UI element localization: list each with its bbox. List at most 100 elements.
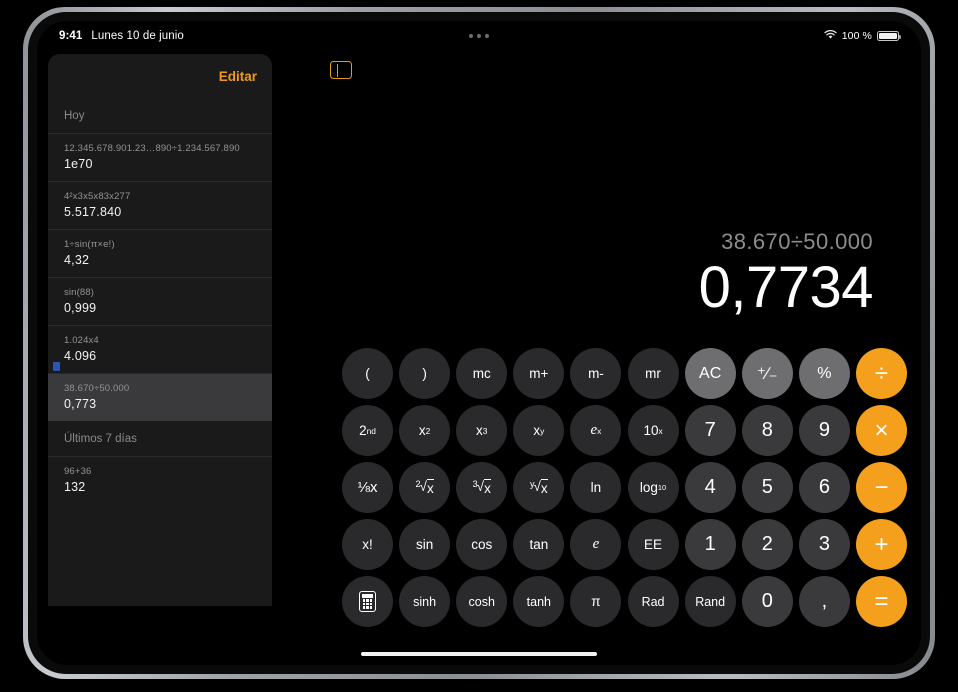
- key-0[interactable]: 0: [741, 576, 793, 627]
- key-decimal-comma[interactable]: ,: [798, 576, 850, 627]
- screen: 9:41 Lunes 10 de junio 100 % Editar Hoy …: [37, 21, 921, 665]
- key-random[interactable]: Rand: [684, 576, 736, 627]
- key-square-root[interactable]: 2 √ x: [399, 462, 451, 513]
- history-item[interactable]: 1.024x4 4.096: [48, 325, 272, 373]
- key-tanh[interactable]: tanh: [513, 576, 565, 627]
- calculator-display: 38.670÷50.000 0,7734: [699, 229, 874, 320]
- status-bar-right: 100 %: [824, 29, 901, 43]
- history-item-expression: 4²x3x5x83x277: [64, 191, 131, 202]
- key-equals[interactable]: =: [855, 576, 907, 627]
- history-item-result: 4.096: [64, 349, 97, 363]
- key-sin[interactable]: sin: [399, 519, 451, 570]
- ellipsis-dot: [469, 34, 473, 38]
- history-item-result: 1e70: [64, 157, 93, 171]
- key-multiply[interactable]: ×: [855, 405, 907, 456]
- history-item-expression: sin(88): [64, 287, 95, 298]
- key-second-function[interactable]: 2nd: [342, 405, 393, 456]
- key-plus-minus[interactable]: ⁺∕₋: [741, 348, 793, 399]
- key-sinh[interactable]: sinh: [399, 576, 451, 627]
- key-log-base-10[interactable]: log 10: [627, 462, 679, 513]
- edge-marker: [53, 362, 60, 371]
- history-item-result: 5.517.840: [64, 205, 122, 219]
- key-memory-subtract[interactable]: m-: [570, 348, 622, 399]
- calculator-keypad: () mc m+ m-mr AC ⁺∕₋% ÷ 2nd x 2 x 3 x y e x 10 x 7 8 9 × ⅛x 2 √ x…: [342, 348, 907, 627]
- key-calculator-mode[interactable]: [342, 576, 393, 627]
- key-x-to-y[interactable]: xy: [513, 405, 565, 456]
- status-bar-left: 9:41 Lunes 10 de junio: [59, 30, 184, 42]
- sidebar-toggle-icon[interactable]: [330, 61, 352, 79]
- history-item[interactable]: 12.345.678.901.23…890÷1.234.567.890 1e70: [48, 133, 272, 181]
- status-bar: 9:41 Lunes 10 de junio 100 %: [37, 21, 921, 51]
- history-item-result: 4,32: [64, 253, 90, 267]
- history-item[interactable]: 96+36 132: [48, 456, 272, 504]
- key-y-root[interactable]: y √ x: [513, 462, 565, 513]
- key-4[interactable]: 4: [684, 462, 736, 513]
- history-list[interactable]: Hoy 12.345.678.901.23…890÷1.234.567.890 1e…: [48, 98, 272, 504]
- key-1[interactable]: 1: [684, 519, 736, 570]
- key-cube-root[interactable]: 3 √ x: [456, 462, 508, 513]
- key-7[interactable]: 7: [684, 405, 736, 456]
- key-pi[interactable]: π: [570, 576, 622, 627]
- history-item-expression: 96+36: [64, 466, 92, 477]
- key-e-to-x[interactable]: ex: [570, 405, 622, 456]
- key-add[interactable]: +: [855, 519, 907, 570]
- battery-icon: [877, 31, 901, 41]
- keypad-row: ⅛x 2 √ x 3 √ x y √ x ln log 10 4 5 6−: [342, 462, 907, 513]
- history-item-expression: 12.345.678.901.23…890÷1.234.567.890: [64, 143, 240, 154]
- key-percent[interactable]: %: [798, 348, 850, 399]
- history-item-expression: 1.024x4: [64, 335, 99, 346]
- history-sidebar: Editar Hoy 12.345.678.901.23…890÷1.234.56…: [48, 54, 272, 606]
- key-natural-log[interactable]: ln: [570, 462, 622, 513]
- keypad-row: 2nd x 2 x 3 x y e x 10 x 7 8 9 ×: [342, 405, 907, 456]
- history-item[interactable]: 4²x3x5x83x277 5.517.840: [48, 181, 272, 229]
- home-indicator[interactable]: [361, 652, 597, 656]
- key-euler-e[interactable]: e: [570, 519, 622, 570]
- keypad-row: () mc m+ m-mr AC ⁺∕₋% ÷: [342, 348, 907, 399]
- key-x-cubed[interactable]: x3: [456, 405, 508, 456]
- key-memory-add[interactable]: m+: [513, 348, 565, 399]
- key-5[interactable]: 5: [741, 462, 793, 513]
- key-radians[interactable]: Rad: [627, 576, 679, 627]
- history-item[interactable]: 1÷sin(π×e!) 4,32: [48, 229, 272, 277]
- key-subtract[interactable]: −: [855, 462, 907, 513]
- history-item[interactable]: sin(88) 0,999: [48, 277, 272, 325]
- keypad-row: x! sin cos tan e EE 1 2 3 +: [342, 519, 907, 570]
- key-9[interactable]: 9: [798, 405, 850, 456]
- key-exponent-ee[interactable]: EE: [627, 519, 679, 570]
- key-2[interactable]: 2: [741, 519, 793, 570]
- key-all-clear[interactable]: AC: [684, 348, 736, 399]
- key-3[interactable]: 3: [798, 519, 850, 570]
- sidebar-header: Editar: [48, 54, 272, 98]
- status-time: 9:41: [59, 30, 83, 42]
- history-item[interactable]: 38.670÷50.000 0,773: [48, 373, 272, 421]
- app-content: Editar Hoy 12.345.678.901.23…890÷1.234.56…: [37, 51, 921, 665]
- key-divide[interactable]: ÷: [855, 348, 907, 399]
- display-expression: 38.670÷50.000: [721, 229, 873, 254]
- key-8[interactable]: 8: [741, 405, 793, 456]
- device-bezel: 9:41 Lunes 10 de junio 100 % Editar Hoy …: [28, 12, 930, 674]
- key-open-paren[interactable]: (: [342, 348, 393, 399]
- key-reciprocal[interactable]: ⅛x: [342, 462, 393, 513]
- key-memory-clear[interactable]: mc: [456, 348, 508, 399]
- key-6[interactable]: 6: [798, 462, 850, 513]
- key-ten-to-x[interactable]: 10 x: [627, 405, 679, 456]
- keypad-row: sinh cosh tanh π Rad Rand 0, =: [342, 576, 907, 627]
- status-date: Lunes 10 de junio: [91, 30, 184, 42]
- key-factorial[interactable]: x!: [342, 519, 393, 570]
- history-item-expression: 38.670÷50.000: [64, 383, 130, 394]
- key-cosh[interactable]: cosh: [456, 576, 508, 627]
- history-item-result: 132: [64, 480, 86, 494]
- wifi-icon: [824, 29, 837, 43]
- edit-button[interactable]: Editar: [219, 69, 257, 84]
- key-cos[interactable]: cos: [456, 519, 508, 570]
- tablet-device-frame: 9:41 Lunes 10 de junio 100 % Editar Hoy …: [23, 7, 935, 679]
- history-item-result: 0,999: [64, 301, 97, 315]
- history-section-title: Últimos 7 días: [64, 433, 137, 445]
- key-x-squared[interactable]: x2: [399, 405, 451, 456]
- key-memory-recall[interactable]: mr: [627, 348, 679, 399]
- key-tan[interactable]: tan: [513, 519, 565, 570]
- history-section-title: Hoy: [64, 110, 85, 122]
- history-item-result: 0,773: [64, 397, 97, 411]
- battery-percent-label: 100 %: [841, 30, 872, 42]
- key-close-paren[interactable]: ): [399, 348, 451, 399]
